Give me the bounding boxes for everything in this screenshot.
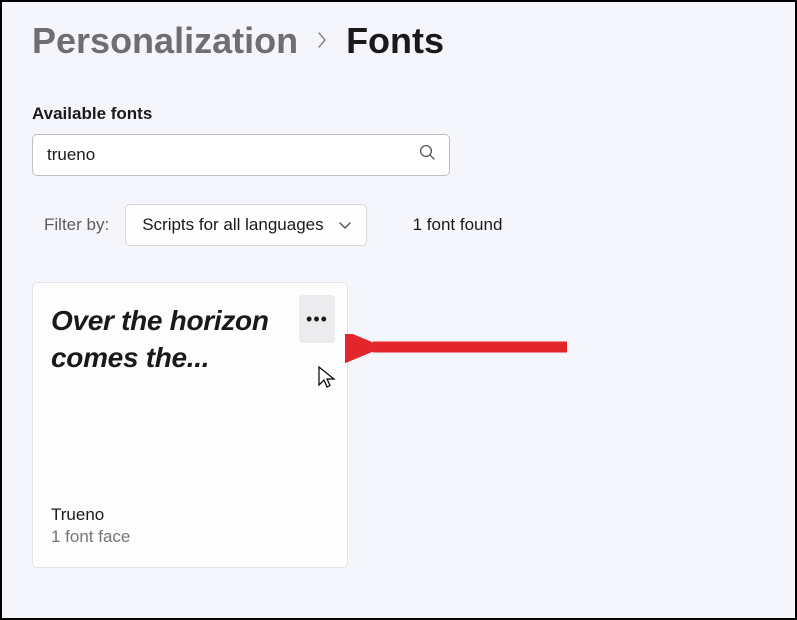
font-card[interactable]: ••• Over the horizon comes the... Trueno… [32, 282, 348, 568]
filter-row: Filter by: Scripts for all languages 1 f… [44, 204, 765, 246]
result-count: 1 font found [413, 215, 503, 235]
font-name: Trueno [51, 505, 130, 525]
font-preview-text: Over the horizon comes the... [51, 303, 329, 377]
page-title: Fonts [346, 20, 444, 62]
chevron-down-icon [338, 215, 352, 235]
section-label: Available fonts [32, 104, 765, 124]
filter-label: Filter by: [44, 215, 109, 235]
font-face-count: 1 font face [51, 527, 130, 547]
filter-select[interactable]: Scripts for all languages [125, 204, 366, 246]
more-icon: ••• [306, 310, 328, 328]
breadcrumb: Personalization Fonts [32, 20, 765, 62]
search-container [32, 134, 450, 176]
breadcrumb-parent[interactable]: Personalization [32, 20, 298, 62]
more-options-button[interactable]: ••• [299, 295, 335, 343]
chevron-right-icon [316, 31, 328, 55]
font-meta: Trueno 1 font face [51, 505, 130, 547]
annotation-arrow-icon [345, 334, 573, 374]
filter-selected-value: Scripts for all languages [142, 215, 323, 235]
search-input[interactable] [32, 134, 450, 176]
